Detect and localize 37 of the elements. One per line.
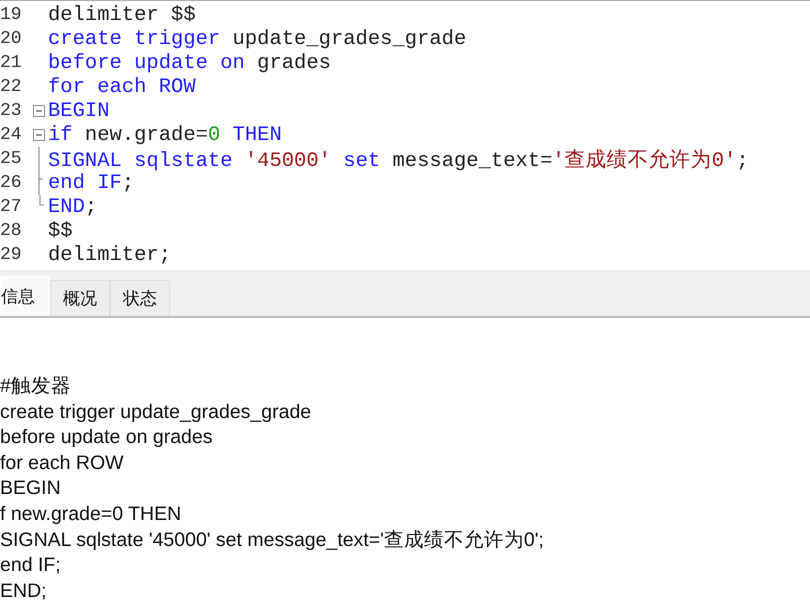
code-line: create trigger update_grades_grade xyxy=(48,28,466,50)
line-number: 22 xyxy=(0,77,23,97)
line-number: 20 xyxy=(0,29,23,49)
collapse-icon[interactable] xyxy=(33,105,45,117)
code-line: delimiter $$ xyxy=(48,4,196,26)
line-number: 28 xyxy=(0,221,23,241)
code-line: for each ROW xyxy=(48,76,196,98)
code-line: BEGIN xyxy=(48,100,110,122)
line-number: 23 xyxy=(0,101,23,121)
output-line: f new.grade=0 THEN xyxy=(0,502,182,527)
line-number: 25 xyxy=(0,149,23,169)
code-line: SIGNAL sqlstate '45000' set message_text='查成绩不允许为0'; xyxy=(48,148,749,173)
code-line: before update on grades xyxy=(48,52,331,74)
code-line: delimiter; xyxy=(48,244,172,266)
output-line: SIGNAL sqlstate '45000' set message_text='查成绩不允许为0'; xyxy=(0,528,545,553)
line-number: 27 xyxy=(0,197,23,217)
tab[interactable]: 概况 xyxy=(50,280,110,316)
collapse-icon[interactable] xyxy=(33,129,45,141)
code-line: end IF; xyxy=(48,172,134,194)
code-line: END; xyxy=(48,196,98,218)
output-line: end IF; xyxy=(0,553,62,578)
code-line: if new.grade=0 THEN xyxy=(48,124,282,146)
line-number: 29 xyxy=(0,245,23,265)
code-line: $$ xyxy=(48,220,73,242)
line-number: 21 xyxy=(0,53,23,73)
line-number: 24 xyxy=(0,125,23,145)
output-line: BEGIN xyxy=(0,476,62,502)
line-number: 26 xyxy=(0,173,23,193)
output-line: END; xyxy=(0,578,48,604)
line-number: 19 xyxy=(0,5,23,25)
output-line: before update on grades xyxy=(0,425,214,450)
output-line: create trigger update_grades_grade xyxy=(0,400,312,425)
output-line: for each ROW xyxy=(0,450,125,476)
fold-end-line xyxy=(39,195,45,206)
tab[interactable]: 状态 xyxy=(110,280,170,316)
tab[interactable]: 信息 xyxy=(0,276,50,316)
output-line: #触发器 xyxy=(0,374,72,399)
